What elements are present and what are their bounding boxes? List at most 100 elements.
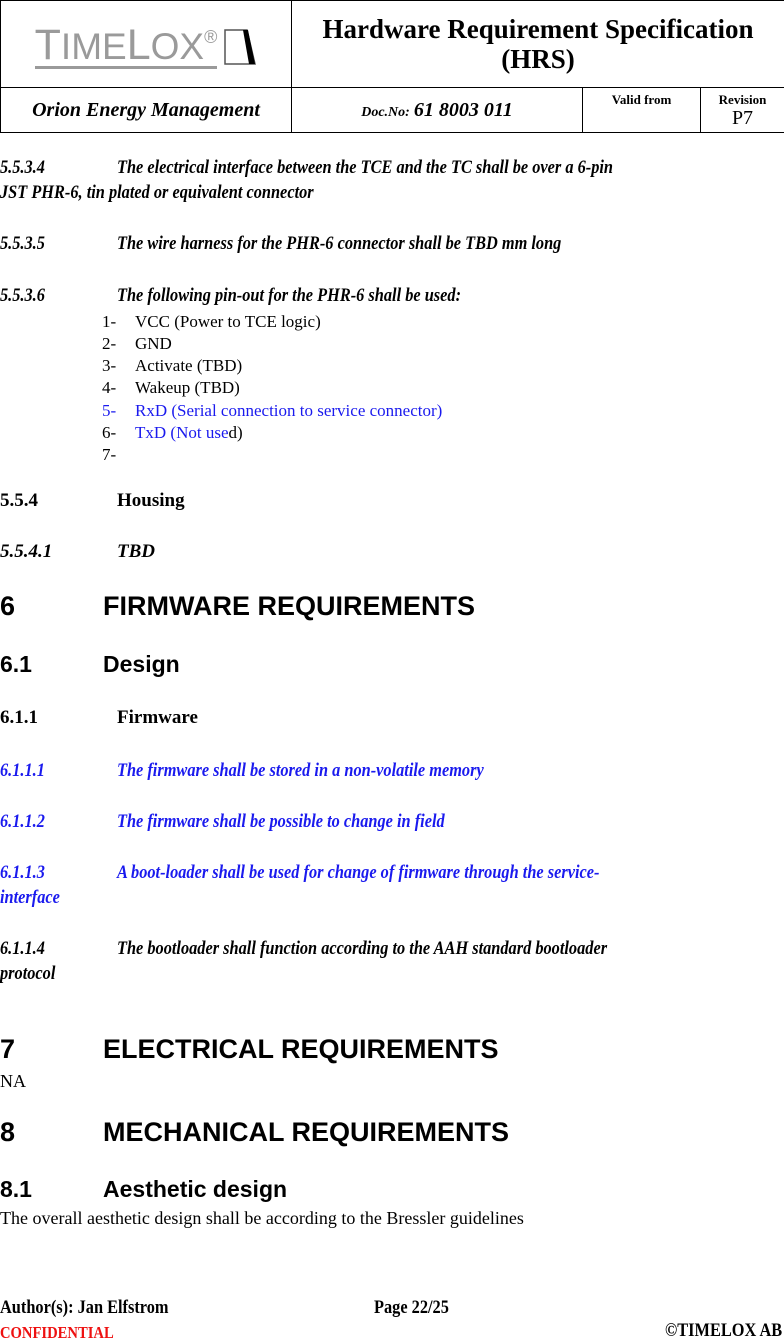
requirement-5-5-3-4-cont: JST PHR-6, tin plated or equivalent conn…: [0, 180, 314, 205]
footer-page-number: Page 22/25: [374, 1297, 449, 1319]
requirement-6-1-1-3-cont: interface: [0, 885, 60, 910]
pin-item: 2-GND: [102, 333, 172, 355]
requirement-text: A boot-loader shall be used for change o…: [117, 862, 600, 883]
heading-6: 6FIRMWARE REQUIREMENTS: [0, 591, 475, 622]
pin-description-rest: d): [228, 423, 242, 442]
heading-7: 7ELECTRICAL REQUIREMENTS: [0, 1034, 499, 1065]
requirement-text: protocol: [0, 963, 55, 984]
requirement-6-1-1-1: 6.1.1.1The firmware shall be stored in a…: [0, 758, 484, 783]
pin-description: VCC (Power to TCE logic): [135, 312, 321, 331]
keycard-icon: [223, 28, 257, 66]
requirement-6-1-1-4: 6.1.1.4The bootloader shall function acc…: [0, 936, 607, 961]
doc-number-value: 61 8003 011: [414, 99, 513, 121]
document-header: TIMELOX® Hardware Requirement Specificat…: [0, 0, 784, 133]
requirement-text: interface: [0, 887, 60, 908]
title-line-2: (HRS): [292, 44, 784, 74]
pin-item: 1-VCC (Power to TCE logic): [102, 311, 321, 333]
pin-number: 1-: [102, 311, 135, 333]
requirement-6-1-1-4-cont: protocol: [0, 961, 55, 986]
requirement-number: 6.1.1.4: [0, 936, 117, 961]
valid-from-label: Valid from: [612, 92, 672, 107]
pin-description-highlighted: TxD (Not use: [135, 423, 228, 442]
heading-title: TBD: [117, 541, 155, 562]
heading-title: Firmware: [117, 707, 198, 728]
heading-number: 5.5.4: [0, 490, 117, 512]
pin-number: 5-: [102, 400, 135, 422]
requirement-text: The firmware shall be possible to change…: [117, 811, 445, 832]
valid-from: Valid from: [583, 88, 701, 133]
heading-5-5-4: 5.5.4Housing: [0, 490, 185, 512]
heading-title: Design: [103, 651, 180, 677]
heading-number: 7: [0, 1034, 103, 1065]
requirement-number: 6.1.1.1: [0, 758, 117, 783]
heading-title: ELECTRICAL REQUIREMENTS: [103, 1034, 499, 1064]
heading-5-5-4-1: 5.5.4.1TBD: [0, 541, 155, 563]
pin-number: 7-: [102, 444, 135, 466]
revision-value: P7: [701, 108, 784, 128]
section-8-1-body: The overall aesthetic design shall be ac…: [0, 1208, 524, 1229]
timelox-logo: TIMELOX®: [35, 20, 258, 69]
requirement-5-5-3-6: 5.5.3.6The following pin-out for the PHR…: [0, 283, 461, 308]
requirement-number: 5.5.3.5: [0, 231, 117, 256]
logo-cell: TIMELOX®: [1, 1, 292, 88]
pin-item: 6-TxD (Not used): [102, 422, 243, 444]
logo-wordmark: TIMELOX®: [35, 20, 218, 69]
title-line-1: Hardware Requirement Specification: [292, 14, 784, 44]
requirement-5-5-3-5: 5.5.3.5The wire harness for the PHR-6 co…: [0, 231, 561, 256]
logo-letter-t: T: [35, 21, 61, 69]
requirement-number: 6.1.1.2: [0, 809, 117, 834]
requirement-text: The following pin-out for the PHR-6 shal…: [117, 285, 461, 306]
pin-description: RxD (Serial connection to service connec…: [135, 401, 442, 420]
heading-8: 8MECHANICAL REQUIREMENTS: [0, 1117, 509, 1148]
heading-number: 8.1: [0, 1176, 103, 1203]
pin-description: Activate (TBD): [135, 356, 242, 375]
pin-item: 3-Activate (TBD): [102, 355, 242, 377]
requirement-5-5-3-4: 5.5.3.4The electrical interface between …: [0, 155, 613, 180]
heading-title: Aesthetic design: [103, 1176, 287, 1202]
heading-number: 8: [0, 1117, 103, 1148]
company-name: Orion Energy Management: [1, 88, 292, 133]
doc-number-label: Doc.No:: [361, 105, 410, 120]
pin-description: Wakeup (TBD): [135, 378, 240, 397]
pin-item: 5-RxD (Serial connection to service conn…: [102, 400, 442, 422]
requirement-6-1-1-2: 6.1.1.2The firmware shall be possible to…: [0, 809, 445, 834]
pin-number: 3-: [102, 355, 135, 377]
logo-letter-l: L: [127, 21, 151, 69]
document-title: Hardware Requirement Specification (HRS): [292, 14, 784, 74]
requirement-number: 5.5.3.4: [0, 155, 117, 180]
requirement-number: 6.1.1.3: [0, 860, 117, 885]
footer-author: Author(s): Jan Elfstrom: [0, 1297, 169, 1319]
heading-number: 6: [0, 591, 103, 622]
pin-description: GND: [135, 334, 172, 353]
heading-title: Housing: [117, 490, 185, 511]
requirement-number: 5.5.3.6: [0, 283, 117, 308]
copyright-label: ©TIMELOX AB: [665, 1320, 782, 1342]
logo-letters-ime: IME: [61, 26, 127, 67]
logo-letters-ox: OX: [151, 26, 204, 67]
heading-number: 6.1: [0, 651, 103, 678]
heading-number: 5.5.4.1: [0, 541, 117, 563]
requirement-6-1-1-3: 6.1.1.3A boot-loader shall be used for c…: [0, 860, 599, 885]
title-cell: Hardware Requirement Specification (HRS): [292, 1, 784, 88]
requirement-text: The electrical interface between the TCE…: [117, 157, 613, 178]
heading-6-1-1: 6.1.1Firmware: [0, 707, 198, 729]
requirement-text: JST PHR-6, tin plated or equivalent conn…: [0, 182, 314, 203]
heading-8-1: 8.1Aesthetic design: [0, 1176, 287, 1203]
heading-number: 6.1.1: [0, 707, 117, 729]
confidential-label: CONFIDENTIAL: [0, 1323, 114, 1343]
revision-label: Revision: [719, 92, 767, 107]
doc-number: Doc.No: 61 8003 011: [292, 88, 583, 133]
heading-title: FIRMWARE REQUIREMENTS: [103, 591, 475, 621]
pin-item: 7-: [102, 444, 135, 466]
pin-item: 4-Wakeup (TBD): [102, 377, 240, 399]
heading-6-1: 6.1Design: [0, 651, 180, 678]
pin-number: 6-: [102, 422, 135, 444]
revision: Revision P7: [701, 88, 784, 133]
pin-number: 2-: [102, 333, 135, 355]
section-7-body: NA: [0, 1071, 26, 1092]
heading-title: MECHANICAL REQUIREMENTS: [103, 1117, 509, 1147]
registered-mark: ®: [204, 27, 217, 47]
requirement-text: The bootloader shall function according …: [117, 938, 607, 959]
requirement-text: The firmware shall be stored in a non-vo…: [117, 760, 484, 781]
requirement-text: The wire harness for the PHR-6 connector…: [117, 233, 561, 254]
